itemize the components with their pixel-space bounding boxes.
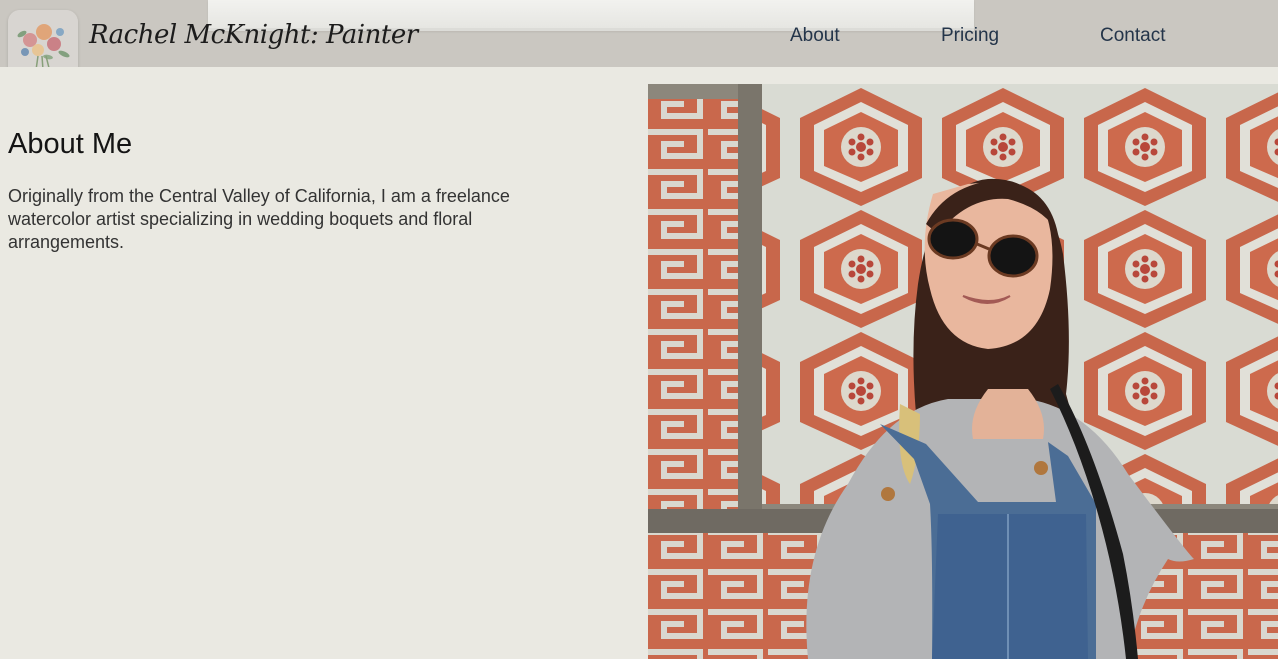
page: Rachel McKnight: Painter About Pricing C… [0,0,1278,659]
nav-link-contact[interactable]: Contact [1100,25,1165,47]
about-heading: About Me [8,128,133,160]
portrait-photo [648,84,1278,659]
main-nav: About Pricing Contact [0,25,1278,49]
about-bio-text: Originally from the Central Valley of Ca… [8,186,510,252]
portrait-photo-icon [648,84,1278,659]
site-header: Rachel McKnight: Painter About Pricing C… [0,0,1278,67]
nav-link-about[interactable]: About [790,25,840,47]
nav-link-pricing[interactable]: Pricing [941,25,999,47]
